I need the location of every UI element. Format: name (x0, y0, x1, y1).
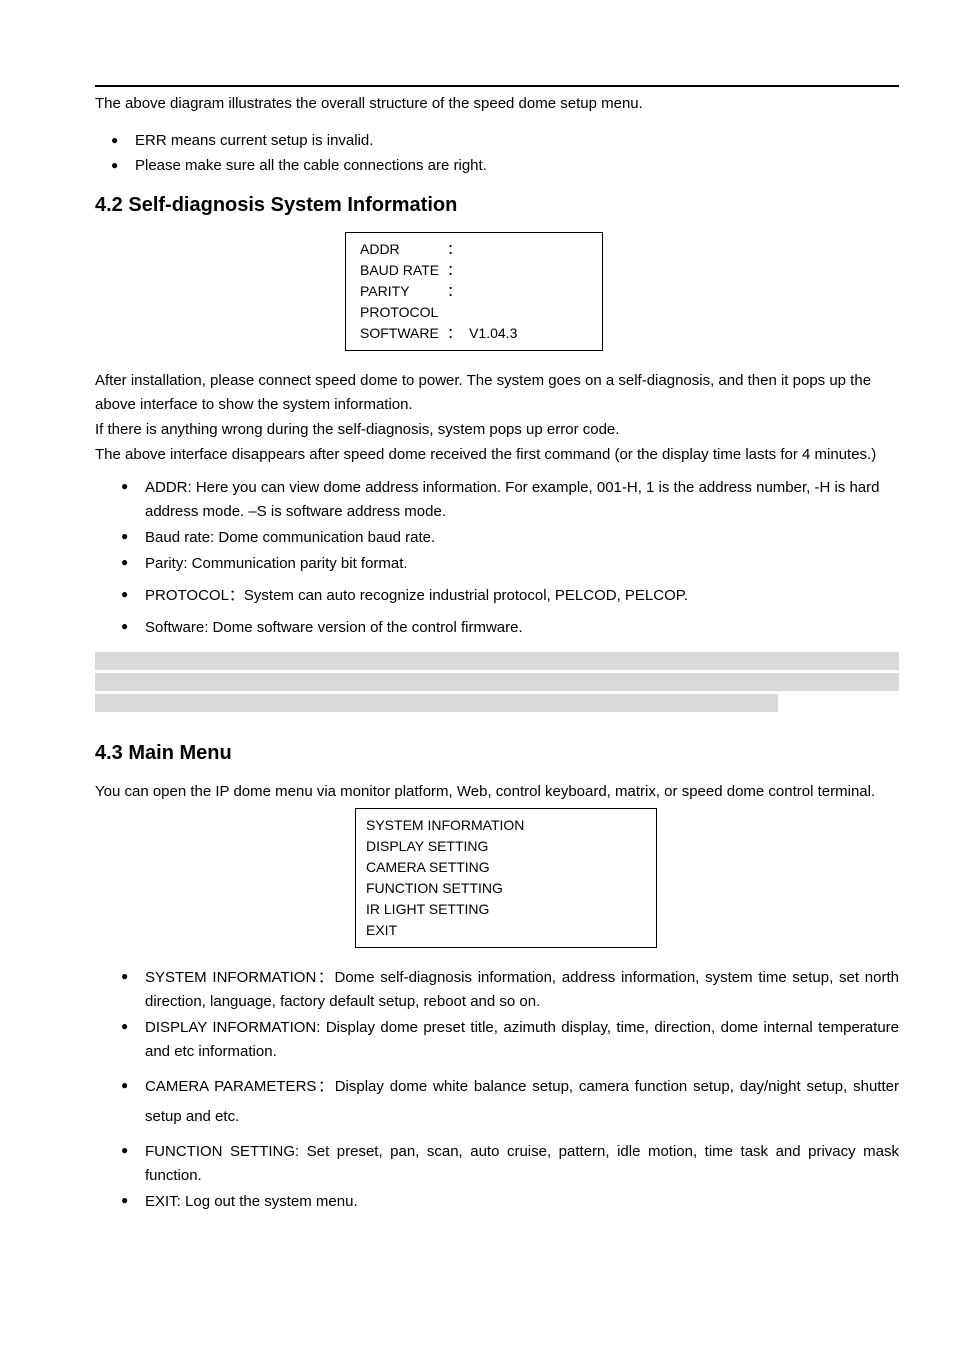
panel-value (465, 239, 521, 260)
paragraph: You can open the IP dome menu via monito… (95, 780, 899, 805)
list-item: EXIT: Log out the system menu. (127, 1190, 899, 1214)
panel-value (465, 260, 521, 281)
section-4-2-bullets: ADDR: Here you can view dome address inf… (95, 476, 899, 640)
panel-sep: ： (443, 323, 465, 344)
list-item: Parity: Communication parity bit format. (127, 552, 899, 576)
panel-sep: ： (443, 260, 465, 281)
panel-label: PROTOCOL (356, 302, 443, 323)
horizontal-rule (95, 85, 899, 87)
list-item: ADDR: Here you can view dome address inf… (127, 476, 899, 524)
redacted-bar (95, 673, 899, 691)
panel-label: SOFTWARE (356, 323, 443, 344)
panel-row: PARITY ： (356, 281, 521, 302)
panel-sep (443, 302, 465, 323)
menu-item: CAMERA SETTING (366, 857, 646, 878)
section-4-2-heading: 4.2 Self-diagnosis System Information (95, 190, 899, 220)
list-item: FUNCTION SETTING: Set preset, pan, scan,… (127, 1140, 899, 1188)
self-diagnosis-panel: ADDR ： BAUD RATE ： PARITY ： PROTOCOL SOF… (345, 232, 603, 351)
intro-text: The above diagram illustrates the overal… (95, 93, 899, 116)
section-4-3-heading: 4.3 Main Menu (95, 738, 899, 768)
menu-item: FUNCTION SETTING (366, 878, 646, 899)
panel-value (465, 302, 521, 323)
panel-value (465, 281, 521, 302)
paragraph: If there is anything wrong during the se… (95, 418, 899, 443)
panel-sep: ： (443, 281, 465, 302)
menu-item: SYSTEM INFORMATION (366, 815, 646, 836)
section-4-3-bullets: SYSTEM INFORMATION：Dome self-diagnosis i… (95, 966, 899, 1214)
panel-label: ADDR (356, 239, 443, 260)
list-item: DISPLAY INFORMATION: Display dome preset… (127, 1016, 899, 1064)
panel-row: ADDR ： (356, 239, 521, 260)
main-menu-panel: SYSTEM INFORMATION DISPLAY SETTING CAMER… (355, 808, 657, 948)
list-item: PROTOCOL：System can auto recognize indus… (127, 584, 899, 608)
panel-value: V1.04.3 (465, 323, 521, 344)
list-item: ERR means current setup is invalid. (117, 130, 899, 153)
section-4-2-body: After installation, please connect speed… (95, 369, 899, 468)
panel-row: SOFTWARE ： V1.04.3 (356, 323, 521, 344)
menu-item: EXIT (366, 920, 646, 941)
menu-item: IR LIGHT SETTING (366, 899, 646, 920)
paragraph: After installation, please connect speed… (95, 369, 899, 419)
paragraph: The above interface disappears after spe… (95, 443, 899, 468)
redacted-bar (95, 652, 899, 670)
list-item: Baud rate: Dome communication baud rate. (127, 526, 899, 550)
redacted-bar (95, 694, 778, 712)
panel-row: PROTOCOL (356, 302, 521, 323)
section-4-3-body: You can open the IP dome menu via monito… (95, 780, 899, 805)
list-item: SYSTEM INFORMATION：Dome self-diagnosis i… (127, 966, 899, 1014)
list-item: Please make sure all the cable connectio… (117, 155, 899, 178)
panel-row: BAUD RATE ： (356, 260, 521, 281)
list-item: Software: Dome software version of the c… (127, 616, 899, 640)
panel-label: PARITY (356, 281, 443, 302)
panel-label: BAUD RATE (356, 260, 443, 281)
top-bullet-list: ERR means current setup is invalid. Plea… (95, 130, 899, 178)
list-item: CAMERA PARAMETERS：Display dome white bal… (127, 1072, 899, 1132)
panel-sep: ： (443, 239, 465, 260)
menu-item: DISPLAY SETTING (366, 836, 646, 857)
redacted-bars (95, 652, 899, 712)
